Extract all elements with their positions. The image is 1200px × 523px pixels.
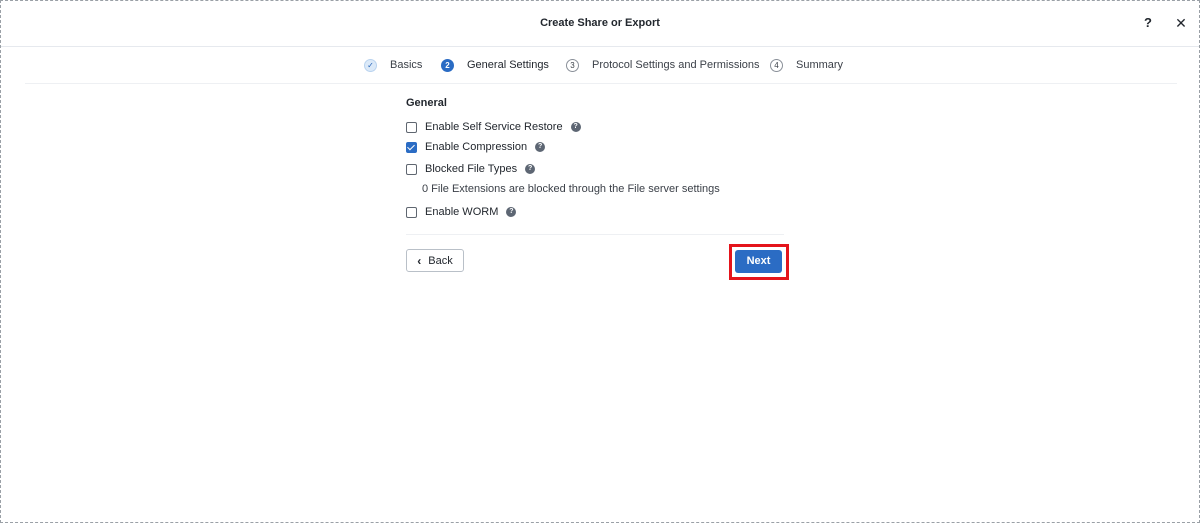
step-general-settings[interactable]: 2 General Settings: [441, 58, 549, 72]
step-label: Protocol Settings and Permissions: [592, 59, 760, 71]
step-number: 3: [566, 58, 579, 72]
question-circle-icon[interactable]: ?: [535, 142, 546, 152]
question-circle-icon[interactable]: ?: [570, 122, 581, 132]
dialog-title: Create Share or Export: [540, 17, 660, 29]
form-divider: [406, 234, 784, 235]
self-service-restore-checkbox[interactable]: [406, 121, 417, 133]
option-label: Enable Compression: [425, 141, 528, 153]
step-label: Basics: [390, 59, 423, 71]
option-blocked-file-types: Blocked File Types ?: [406, 162, 536, 176]
blocked-file-types-checkbox[interactable]: [406, 163, 417, 175]
option-self-service-restore: Enable Self Service Restore ?: [406, 120, 581, 134]
step-number: 2: [441, 58, 454, 72]
chevron-left-icon: ‹: [417, 253, 422, 268]
dialog-header: Create Share or Export ? ✕: [1, 1, 1199, 47]
step-label: General Settings: [467, 59, 549, 71]
option-label: Enable WORM: [425, 206, 499, 218]
close-button[interactable]: ✕: [1173, 15, 1189, 31]
compression-checkbox[interactable]: [406, 141, 417, 153]
section-title: General: [406, 97, 447, 109]
worm-checkbox[interactable]: [406, 206, 417, 218]
wizard-stepper: ✓ Basics 2 General Settings 3 Protocol S…: [25, 47, 1177, 84]
option-worm: Enable WORM ?: [406, 205, 517, 219]
step-number: 4: [770, 58, 783, 72]
step-complete-icon: ✓: [364, 58, 377, 72]
question-circle-icon[interactable]: ?: [525, 164, 536, 174]
blocked-extensions-note: 0 File Extensions are blocked through th…: [422, 183, 720, 195]
help-button[interactable]: ?: [1140, 15, 1156, 31]
question-circle-icon[interactable]: ?: [506, 207, 517, 217]
create-share-dialog: Create Share or Export ? ✕ ✓ Basics 2 Ge…: [0, 0, 1200, 523]
back-button-label: Back: [428, 254, 453, 267]
option-label: Enable Self Service Restore: [425, 121, 563, 133]
step-label: Summary: [796, 59, 844, 71]
step-protocol-settings[interactable]: 3 Protocol Settings and Permissions: [566, 58, 760, 72]
option-label: Blocked File Types: [425, 163, 518, 175]
back-button[interactable]: ‹ Back: [406, 249, 464, 272]
option-compression: Enable Compression ?: [406, 140, 546, 154]
step-basics[interactable]: ✓ Basics: [364, 58, 422, 72]
step-summary[interactable]: 4 Summary: [770, 58, 843, 72]
next-button[interactable]: Next: [735, 250, 782, 273]
